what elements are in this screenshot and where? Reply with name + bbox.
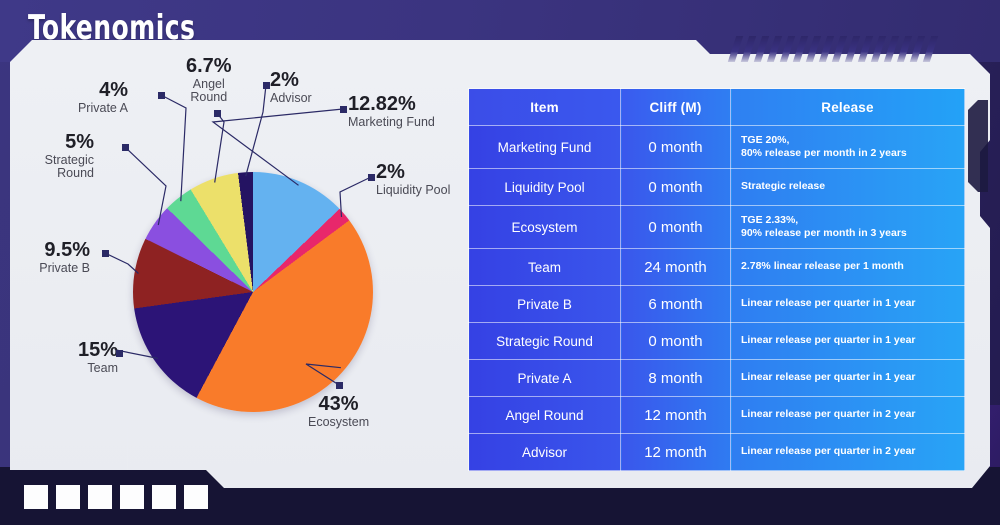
table-row: Liquidity Pool 0 month Strategic release xyxy=(468,168,965,206)
cell-release: Linear release per quarter in 1 year xyxy=(730,285,965,323)
pie-label-name: Advisor xyxy=(270,91,312,105)
stripe xyxy=(922,36,939,62)
pie-label: 2% Advisor xyxy=(270,70,312,105)
pie-label-marker xyxy=(340,106,347,113)
cell-cliff: 12 month xyxy=(620,433,731,471)
pie-label-name: Marketing Fund xyxy=(348,115,435,129)
panel-notch-decoration xyxy=(968,100,988,192)
footer-square xyxy=(24,485,48,509)
vesting-table: Item Cliff (M) Release Marketing Fund 0 m… xyxy=(468,88,965,471)
pie-label: 15% Team xyxy=(18,340,118,375)
pie-label: 5% Strategic Round xyxy=(18,132,94,180)
cell-release: Linear release per quarter in 1 year xyxy=(730,359,965,397)
col-header-release: Release xyxy=(730,88,965,126)
table-row: Strategic Round 0 month Linear release per… xyxy=(468,322,965,360)
cell-item: Marketing Fund xyxy=(468,125,621,169)
pie-label: 43% Ecosystem xyxy=(308,394,369,429)
cell-item: Advisor xyxy=(468,433,621,471)
cell-release: Linear release per quarter in 1 year xyxy=(730,322,965,360)
pie-label-percent: 6.7% xyxy=(186,55,232,77)
footer-square xyxy=(56,485,80,509)
pie-leader-line xyxy=(124,146,167,226)
pie-label-percent: 12.82% xyxy=(348,93,416,115)
cell-item: Liquidity Pool xyxy=(468,168,621,206)
cell-cliff: 12 month xyxy=(620,396,731,434)
cell-cliff: 24 month xyxy=(620,248,731,286)
pie-label-marker xyxy=(263,82,270,89)
pie-leader-line xyxy=(245,84,267,177)
pie-label-name: Private A xyxy=(77,101,128,115)
table-row: Ecosystem 0 month TGE 2.33%, 90% release pe… xyxy=(468,205,965,249)
col-header-cliff: Cliff (M) xyxy=(620,88,731,126)
pie-label-marker xyxy=(158,92,165,99)
cell-release: TGE 2.33%, 90% release per month in 3 yea… xyxy=(730,205,965,249)
table-head: Item Cliff (M) Release xyxy=(468,88,965,126)
cell-cliff: 8 month xyxy=(620,359,731,397)
table-row: Marketing Fund 0 month TGE 20%, 80% release… xyxy=(468,125,965,169)
cell-cliff: 0 month xyxy=(620,125,731,169)
pie-label-name: Strategic Round xyxy=(44,153,94,181)
cell-release: Linear release per quarter in 2 year xyxy=(730,396,965,434)
cell-cliff: 0 month xyxy=(620,205,731,249)
pie-label-name: Team xyxy=(87,361,118,375)
pie-leader-line xyxy=(214,112,225,183)
footer-square xyxy=(88,485,112,509)
pie-chart-region: 12.82% Marketing Fund 2% Liquidity Pool 43% E… xyxy=(18,52,458,472)
pie-label-name: Angel Round xyxy=(190,77,228,105)
pie-label-percent: 9.5% xyxy=(44,239,90,261)
cell-item: Team xyxy=(468,248,621,286)
cell-item: Angel Round xyxy=(468,396,621,434)
pie-label-marker xyxy=(116,350,123,357)
pie-label-marker xyxy=(368,174,375,181)
col-header-item: Item xyxy=(468,88,621,126)
cell-release: TGE 20%, 80% release per month in 2 years xyxy=(730,125,965,169)
table-row: Private B6 month Linear release per quart… xyxy=(468,285,965,323)
pie-label-name: Private B xyxy=(39,261,90,275)
footer-square xyxy=(152,485,176,509)
pie-label-marker xyxy=(102,250,109,257)
pie-label-percent: 4% xyxy=(99,79,128,101)
table-header-row: Item Cliff (M) Release xyxy=(468,88,965,126)
cell-item: Ecosystem xyxy=(468,205,621,249)
diagonal-stripes-decoration xyxy=(727,36,960,62)
pie-label: 6.7% Angel Round xyxy=(186,56,232,104)
footer-squares-decoration xyxy=(24,485,208,509)
pie-label: 2% Liquidity Pool xyxy=(376,162,450,197)
footer-square xyxy=(120,485,144,509)
pie-label-percent: 15% xyxy=(77,339,118,361)
table-row: Advisor 12 month Linear release per quarte… xyxy=(468,433,965,471)
pie-label-name: Ecosystem xyxy=(308,415,370,429)
pie-label-percent: 5% xyxy=(65,131,94,153)
pie-leader-line xyxy=(339,176,372,218)
cell-release: Strategic release xyxy=(730,168,965,206)
pie-label-percent: 2% xyxy=(270,69,299,91)
cell-cliff: 0 month xyxy=(620,168,731,206)
cell-item: Strategic Round xyxy=(468,322,621,360)
cell-release: Linear release per quarter in 2 year xyxy=(730,433,965,471)
pie-label: 9.5% Private B xyxy=(18,240,90,275)
pie-label-marker xyxy=(214,110,221,117)
infographic-root: Tokenomics 12.82% Marketing Fund 2% Liquidi… xyxy=(0,0,1000,525)
pie-label: 12.82% Marketing Fund xyxy=(348,94,435,129)
table-row: Team 24 month 2.78% linear release per 1 m… xyxy=(468,248,965,286)
cell-item: Private B xyxy=(468,285,621,323)
pie-leader-line xyxy=(104,252,139,274)
pie-label-percent: 43% xyxy=(318,393,359,415)
pie-label-marker xyxy=(122,144,129,151)
pie-leader-line xyxy=(211,108,344,186)
cell-cliff: 6 month xyxy=(620,285,731,323)
footer-square xyxy=(184,485,208,509)
table-row: Angel Round 12 month Linear release per qu… xyxy=(468,396,965,434)
vesting-table-wrapper: Item Cliff (M) Release Marketing Fund 0 m… xyxy=(468,88,965,471)
pie-label: 4% Private A xyxy=(18,80,128,115)
pie-label-percent: 2% xyxy=(376,161,405,183)
cell-item: Private A xyxy=(468,359,621,397)
table-row: Private A8 month Linear release per quart… xyxy=(468,359,965,397)
pie-label-marker xyxy=(336,382,343,389)
pie-label-name: Liquidity Pool xyxy=(376,183,451,197)
cell-cliff: 0 month xyxy=(620,322,731,360)
table-body: Marketing Fund 0 month TGE 20%, 80% release… xyxy=(468,125,965,471)
cell-release: 2.78% linear release per 1 month xyxy=(730,248,965,286)
